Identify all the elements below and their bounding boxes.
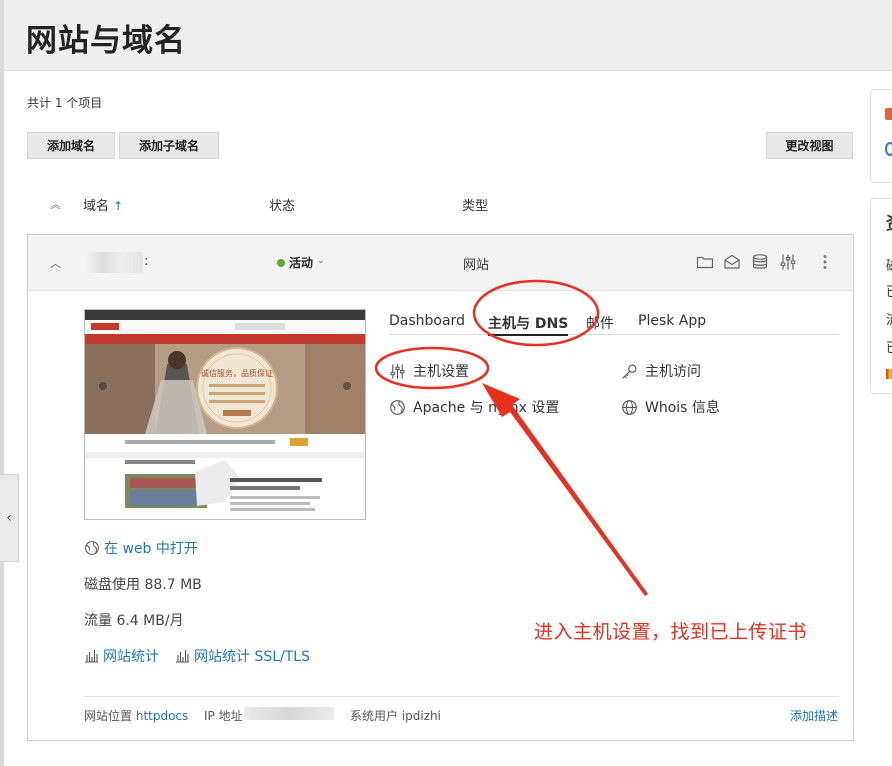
sliders-icon[interactable] [779,253,797,271]
sort-asc-icon: ↑ [113,199,124,213]
wordpress-icon[interactable] [885,142,892,156]
change-view-button[interactable]: 更改视图 [766,132,853,159]
globe-icon [390,399,405,415]
column-header-status[interactable]: 状态 [269,195,295,214]
traffic-usage: 流量 6.4 MB/月 [84,613,184,629]
web-stats-ssl-link[interactable]: 网站统计 SSL/TLS [175,646,310,666]
page-header: 网站与域名 [4,0,892,71]
more-icon[interactable] [816,253,834,271]
apache-nginx-settings-link[interactable]: Apache 与 nginx 设置 [389,397,559,417]
status-active-dot [277,259,285,267]
resource-traffic: 流 [886,309,892,328]
web-stats-link[interactable]: 网站统计 [84,646,159,666]
usage-chart-icon [886,369,892,379]
right-panel-apps [870,89,892,183]
column-header-type[interactable]: 类型 [462,195,488,214]
footer-divider [84,696,839,697]
tab-dashboard[interactable]: Dashboard [389,313,465,329]
collapse-sidebar-toggle[interactable]: ‹ [0,474,19,562]
tab-plesk-app[interactable]: Plesk App [638,313,706,329]
add-subdomain-button[interactable]: 添加子域名 [119,132,219,159]
sliders-icon [390,363,405,379]
database-icon[interactable] [751,253,769,271]
left-edge [0,0,4,766]
hosting-access-link[interactable]: 主机访问 [621,361,701,381]
hosting-settings-link[interactable]: 主机设置 [389,361,469,381]
resource-disk: 磁 [886,255,892,274]
thumbnail-banner-text: 诚信服务，品质保证 [201,368,273,378]
website-preview-image: 诚信服务，品质保证 [85,310,365,511]
website-thumbnail[interactable]: 诚信服务，品质保证 [84,309,366,520]
item-count: 共计 1 个项目 [27,96,103,110]
whois-info-link[interactable]: Whois 信息 [621,397,720,417]
open-in-web-link[interactable]: 在 web 中打开 [84,538,198,558]
resource-disk-used: 已 [886,281,892,300]
chevron-left-icon: ‹ [6,510,12,526]
add-description-link[interactable]: 添加描述 [790,707,838,724]
column-header-domain[interactable]: 域名 ↑ [83,195,123,214]
resource-traffic-used: 已 [886,337,892,356]
annotation-text: 进入主机设置，找到已上传证书 [534,621,808,643]
domain-name-tail: : [144,254,149,269]
tab-hosting-dns[interactable]: 主机与 DNS [488,313,569,336]
right-panel-resources: 资 磁 已 流 已 [870,198,892,394]
collapse-all-icon[interactable]: ︽ [50,196,61,212]
folder-icon[interactable] [696,253,714,271]
tabs-divider [389,334,839,335]
httpdocs-link[interactable]: httpdocs [136,709,188,723]
ip-address-redacted [244,707,334,720]
domain-card: ︿ : 活动 ⌄ 网站 诚信服务，品质保证 Dashboard 主机与 DNS … [27,234,854,741]
ip-address-label: IP 地址 [204,709,243,723]
add-domain-button[interactable]: 添加域名 [27,132,115,159]
system-user: 系统用户 ipdizhi [350,709,441,723]
chevron-down-icon[interactable]: ⌄ [317,256,325,266]
mail-icon[interactable] [723,253,741,271]
domain-row-header: ︿ : 活动 ⌄ 网站 [28,235,853,291]
bar-chart-icon [85,650,98,663]
key-icon [622,364,637,379]
domain-name-redacted[interactable] [83,252,143,273]
resources-title: 资 [886,209,892,234]
disk-usage: 磁盘使用 88.7 MB [84,577,202,593]
status-badge[interactable]: 活动 [289,254,313,271]
domain-type: 网站 [463,258,490,273]
stack-icon[interactable] [885,108,892,120]
tab-mail[interactable]: 邮件 [586,313,614,333]
chevron-up-icon[interactable]: ︿ [50,255,61,271]
globe-grid-icon [622,399,637,415]
bar-chart-icon [176,650,189,663]
globe-icon [85,541,99,555]
page-title: 网站与域名 [26,23,186,59]
site-location: 网站位置 httpdocs [84,709,189,723]
